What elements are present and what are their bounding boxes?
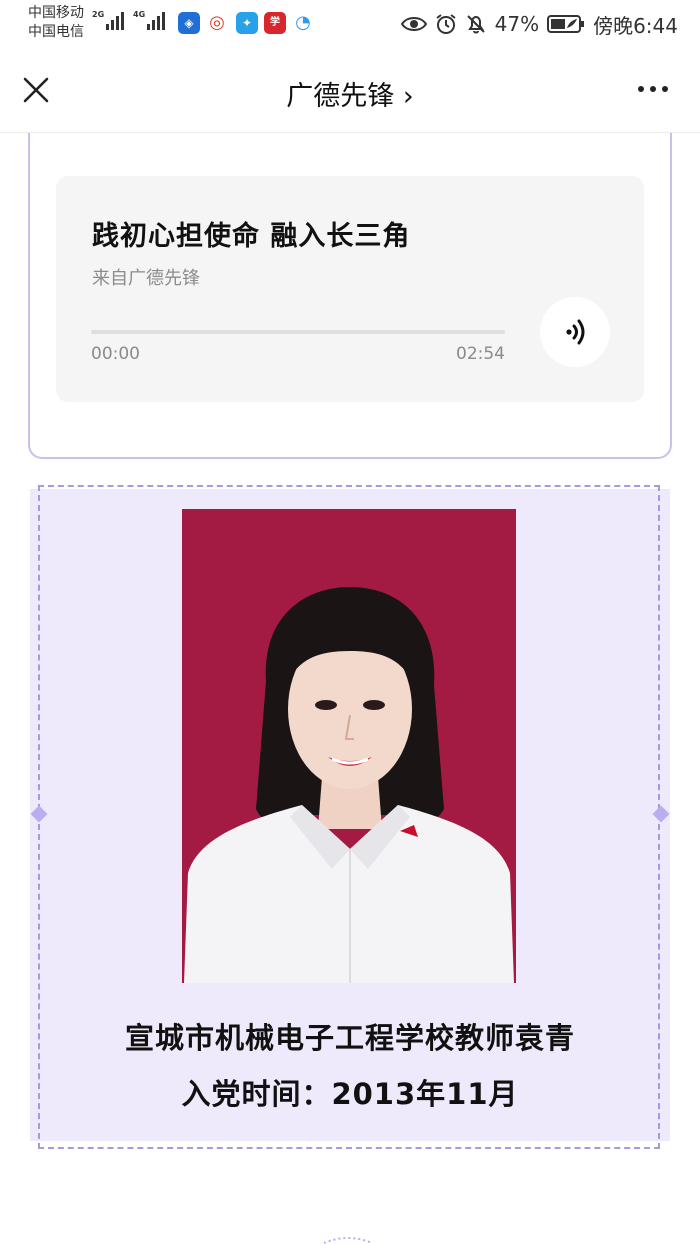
- audio-title: 践初心担使命 融入长三角: [92, 221, 411, 252]
- eye-icon: [400, 17, 427, 31]
- more-dot: [662, 86, 668, 92]
- more-options-button[interactable]: [638, 86, 668, 92]
- more-dot: [650, 86, 656, 92]
- decor-diamond-left: [30, 805, 48, 823]
- signal-icon-1: [106, 12, 124, 30]
- audio-play-button[interactable]: [540, 297, 610, 367]
- network-type-2: 4G: [133, 10, 146, 19]
- article-content[interactable]: 践初心担使命 融入长三角 来自广德先锋 00:00 02:54 宣城市机械电子工…: [0, 133, 700, 1244]
- status-bar: 中国移动 中国电信 2G 4G ◈ ◎ ✦ 学 ◔ 47% 傍晚6:44: [0, 0, 700, 48]
- chevron-right-icon: ›: [402, 81, 414, 112]
- decor-diamond-right: [652, 805, 670, 823]
- more-dot: [638, 86, 644, 92]
- profile-name-caption: 宣城市机械电子工程学校教师袁青: [124, 1021, 575, 1055]
- signal-icon-2: [147, 12, 165, 30]
- status-indicators: 47% 傍晚6:44: [400, 10, 678, 38]
- account-title-link[interactable]: 广德先锋 ›: [0, 74, 700, 113]
- mute-bell-icon: [466, 15, 485, 34]
- weibo-app-icon: ◎: [206, 12, 228, 34]
- audio-source: 来自广德先锋: [92, 268, 200, 289]
- audio-current-time: 00:00: [91, 344, 140, 364]
- clock: 傍晚6:44: [593, 13, 678, 38]
- shield-app-icon: ◈: [178, 12, 200, 34]
- profile-join-date: 入党时间：2013年11月: [181, 1077, 519, 1111]
- page-title: 广德先锋: [286, 81, 395, 112]
- audio-progress-bar[interactable]: [91, 330, 505, 334]
- battery-percent: 47%: [494, 12, 540, 36]
- profile-panel: 宣城市机械电子工程学校教师袁青 入党时间：2013年11月: [30, 485, 670, 1149]
- decor-dots-bottom: [323, 1237, 373, 1244]
- carrier-2: 中国电信: [28, 24, 84, 40]
- network-type-1: 2G: [92, 10, 105, 19]
- carrier-1: 中国移动: [28, 5, 84, 21]
- portrait-photo[interactable]: [182, 509, 516, 983]
- audio-total-time: 02:54: [456, 344, 505, 364]
- battery-icon: [547, 15, 585, 33]
- carrier-labels: 中国移动 中国电信: [28, 4, 98, 42]
- audio-player-card[interactable]: 践初心担使命 融入长三角 来自广德先锋 00:00 02:54: [56, 176, 644, 402]
- browser-app-icon: ◔: [292, 12, 314, 34]
- lightbulb-app-icon: ✦: [236, 12, 258, 34]
- title-bar: 广德先锋 ›: [0, 48, 700, 133]
- sound-wave-icon: [566, 319, 585, 345]
- alarm-icon: [436, 14, 456, 34]
- portrait-image: [182, 509, 516, 983]
- study-app-icon: 学: [264, 12, 286, 34]
